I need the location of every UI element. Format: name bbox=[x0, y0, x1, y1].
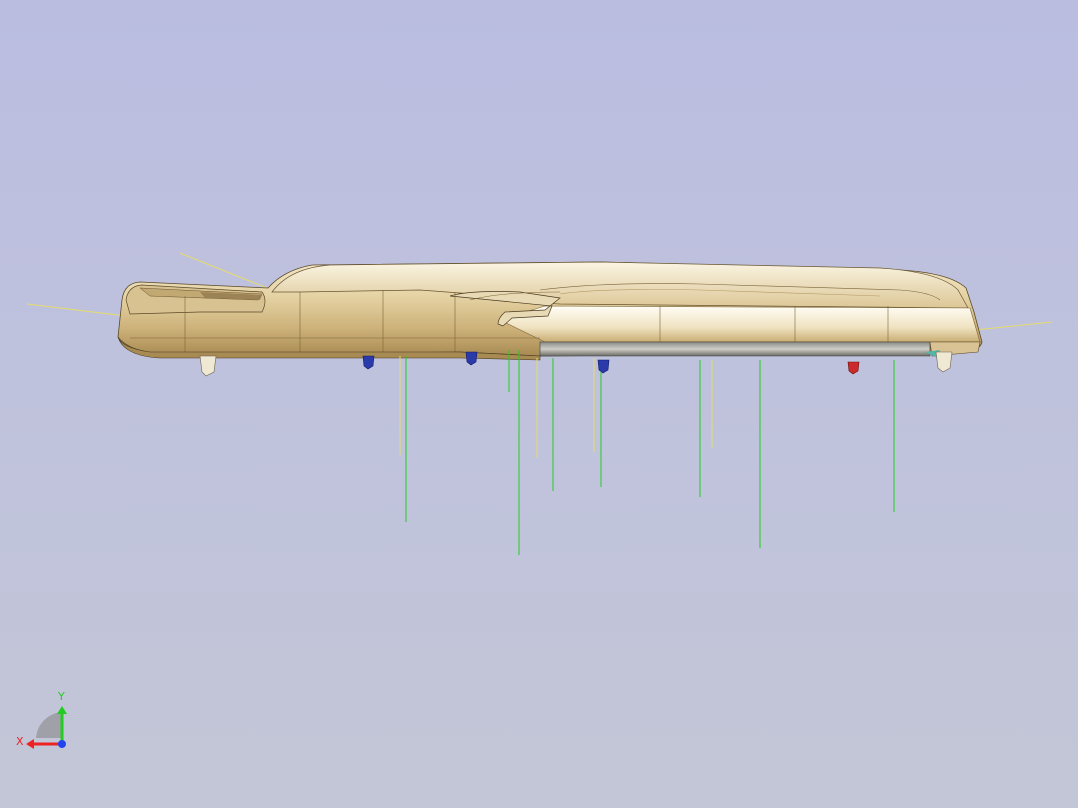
part-body[interactable] bbox=[117, 261, 983, 361]
cad-viewport[interactable]: X Y bbox=[0, 0, 1078, 808]
3d-model-scene[interactable]: X Y bbox=[0, 0, 1078, 808]
axis-triad-icon: X Y bbox=[16, 690, 67, 749]
dimension-lines-vertical bbox=[399, 350, 895, 555]
axis-x-label: X bbox=[16, 735, 24, 748]
axis-y-label: Y bbox=[57, 690, 65, 703]
